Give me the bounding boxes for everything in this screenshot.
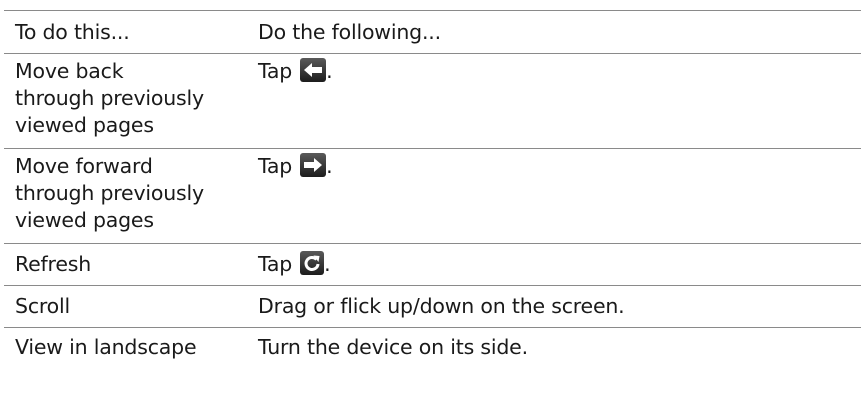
action-line: viewed pages — [15, 208, 154, 232]
action-line: Move back — [15, 59, 124, 83]
instruction-cell: Drag or flick up/down on the screen. — [258, 294, 625, 318]
action-cell: Refresh — [15, 252, 92, 276]
action-line: viewed pages — [15, 113, 154, 137]
table-header-row: To do this... Do the following... — [0, 11, 861, 53]
table-row-scroll: Scroll Drag or flick up/down on the scre… — [0, 286, 861, 327]
instruction-text: Tap — [258, 252, 293, 276]
header-to-do-this: To do this... — [15, 20, 130, 44]
action-cell: View in landscape — [15, 335, 197, 359]
instruction-cell: Tap. — [244, 153, 861, 180]
action-line: through previously — [15, 86, 204, 110]
table-row-refresh: Refresh Tap. — [0, 244, 861, 285]
instruction-text: Tap — [258, 154, 293, 178]
action-cell: Move forward through previously viewed p… — [0, 153, 244, 234]
back-arrow-icon — [300, 58, 327, 82]
table-row-landscape: View in landscape Turn the device on its… — [0, 328, 861, 368]
action-cell: Scroll — [15, 294, 70, 318]
instruction-suffix: . — [326, 154, 333, 178]
table-row-move-forward: Move forward through previously viewed p… — [0, 149, 861, 243]
action-line: Move forward — [15, 154, 153, 178]
instruction-suffix: . — [326, 59, 333, 83]
header-do-the-following: Do the following... — [258, 20, 441, 44]
instruction-cell: Tap. — [244, 58, 861, 85]
instruction-suffix: . — [324, 252, 331, 276]
refresh-icon — [300, 251, 325, 275]
instruction-text: Tap — [258, 59, 293, 83]
instruction-cell: Tap. — [244, 251, 861, 278]
instruction-table: To do this... Do the following... Move b… — [0, 10, 861, 368]
table-row-move-back: Move back through previously viewed page… — [0, 54, 861, 148]
instruction-cell: Turn the device on its side. — [258, 335, 528, 359]
action-cell: Move back through previously viewed page… — [0, 58, 244, 139]
action-line: through previously — [15, 181, 204, 205]
forward-arrow-icon — [300, 153, 327, 177]
